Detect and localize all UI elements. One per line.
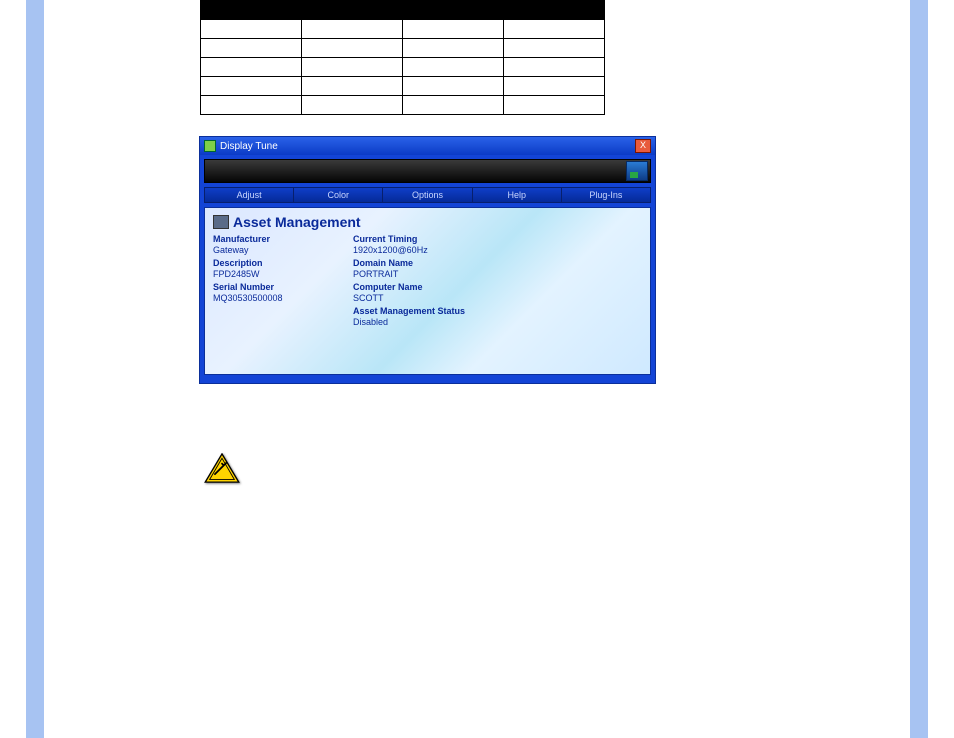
table-cell bbox=[504, 77, 605, 96]
toolbar bbox=[204, 159, 651, 183]
table-cell bbox=[201, 39, 302, 58]
panel-heading: Asset Management bbox=[213, 214, 642, 230]
table-cell bbox=[302, 20, 403, 39]
table-cell bbox=[403, 77, 504, 96]
table-cell bbox=[302, 58, 403, 77]
caution-icon bbox=[204, 453, 240, 483]
left-gutter bbox=[26, 0, 44, 738]
table-row bbox=[201, 20, 605, 39]
toolbar-picture-icon[interactable] bbox=[626, 161, 648, 181]
table-cell bbox=[504, 96, 605, 115]
serial-value: MQ30530500008 bbox=[213, 293, 353, 304]
table-cell bbox=[201, 96, 302, 115]
close-button[interactable]: X bbox=[635, 139, 651, 153]
menu-options[interactable]: Options bbox=[383, 187, 472, 203]
table-cell bbox=[302, 39, 403, 58]
table-row bbox=[201, 39, 605, 58]
domain-label: Domain Name bbox=[353, 258, 493, 269]
app-icon bbox=[204, 140, 216, 152]
table-cell bbox=[201, 20, 302, 39]
table-row bbox=[201, 77, 605, 96]
window-footer bbox=[200, 379, 655, 383]
computer-value: SCOTT bbox=[353, 293, 493, 304]
table-header-cell bbox=[302, 1, 403, 20]
table-cell bbox=[504, 39, 605, 58]
computer-label: Computer Name bbox=[353, 282, 493, 293]
menu-adjust[interactable]: Adjust bbox=[204, 187, 294, 203]
table-row bbox=[201, 96, 605, 115]
titlebar[interactable]: Display Tune X bbox=[200, 137, 655, 155]
menu-color[interactable]: Color bbox=[294, 187, 383, 203]
window-title: Display Tune bbox=[220, 141, 278, 152]
table-cell bbox=[403, 96, 504, 115]
data-table bbox=[200, 0, 605, 115]
content-column: Display Tune X Adjust Color Options Help… bbox=[200, 0, 800, 483]
panel-columns: Manufacturer Gateway Description FPD2485… bbox=[213, 234, 642, 330]
monitor-icon bbox=[213, 215, 229, 229]
table-cell bbox=[403, 58, 504, 77]
table-header-row bbox=[201, 1, 605, 20]
page: Display Tune X Adjust Color Options Help… bbox=[0, 0, 954, 738]
table-cell bbox=[302, 77, 403, 96]
status-label: Asset Management Status bbox=[353, 306, 493, 317]
serial-label: Serial Number bbox=[213, 282, 353, 293]
description-value: FPD2485W bbox=[213, 269, 353, 280]
table-row bbox=[201, 58, 605, 77]
panel-heading-text: Asset Management bbox=[233, 214, 361, 230]
manufacturer-value: Gateway bbox=[213, 245, 353, 256]
table-cell bbox=[201, 77, 302, 96]
table-cell bbox=[403, 20, 504, 39]
table-header-cell bbox=[201, 1, 302, 20]
table-cell bbox=[504, 58, 605, 77]
table-cell bbox=[201, 58, 302, 77]
menu-plugins[interactable]: Plug-Ins bbox=[562, 187, 651, 203]
domain-value: PORTRAIT bbox=[353, 269, 493, 280]
asset-management-panel: Asset Management Manufacturer Gateway De… bbox=[204, 207, 651, 375]
right-gutter bbox=[910, 0, 928, 738]
timing-label: Current Timing bbox=[353, 234, 493, 245]
table-cell bbox=[403, 39, 504, 58]
display-tune-window: Display Tune X Adjust Color Options Help… bbox=[200, 137, 655, 383]
menu-help[interactable]: Help bbox=[473, 187, 562, 203]
panel-column-left: Manufacturer Gateway Description FPD2485… bbox=[213, 234, 353, 330]
table-cell bbox=[302, 96, 403, 115]
status-value: Disabled bbox=[353, 317, 493, 328]
manufacturer-label: Manufacturer bbox=[213, 234, 353, 245]
table-cell bbox=[504, 20, 605, 39]
menubar: Adjust Color Options Help Plug-Ins bbox=[204, 187, 651, 203]
panel-column-right: Current Timing 1920x1200@60Hz Domain Nam… bbox=[353, 234, 493, 330]
timing-value: 1920x1200@60Hz bbox=[353, 245, 493, 256]
table-header-cell bbox=[403, 1, 504, 20]
description-label: Description bbox=[213, 258, 353, 269]
table-header-cell bbox=[504, 1, 605, 20]
